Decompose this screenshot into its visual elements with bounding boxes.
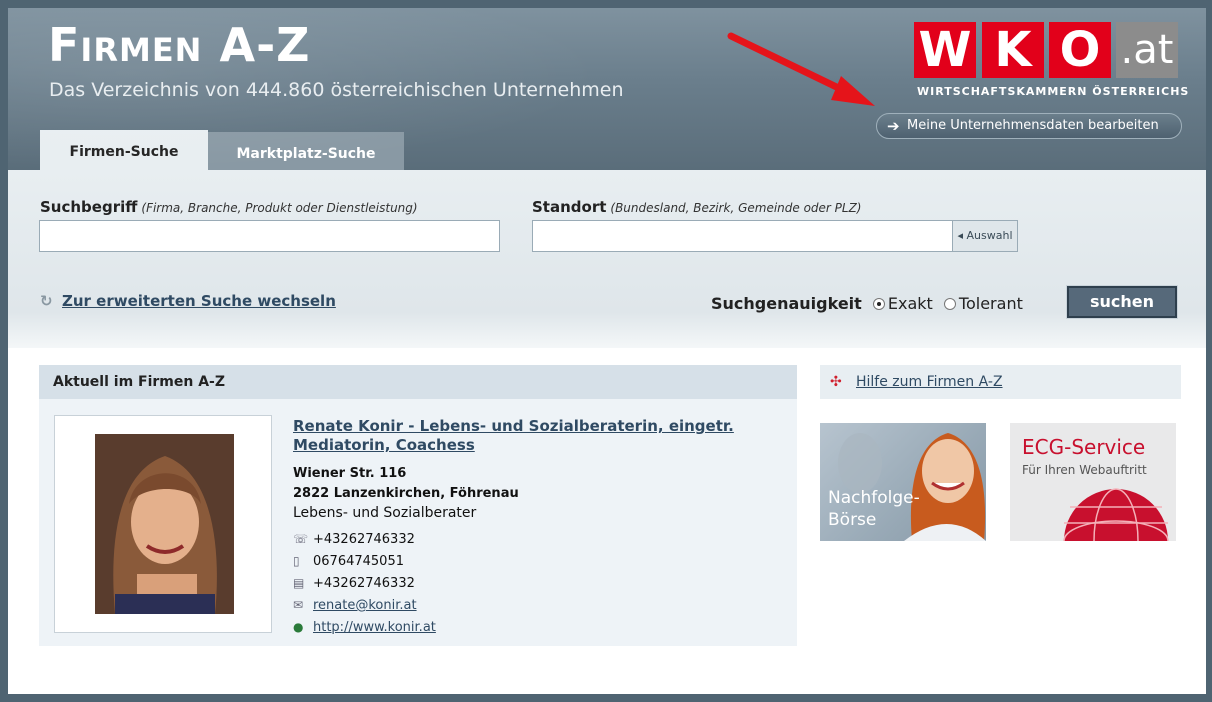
company-street: Wiener Str. 116 [293,466,407,481]
fax-row: ▤ +43262746332 [293,576,415,591]
search-term-label: Suchbegriff (Firma, Branche, Produkt oder… [40,198,418,216]
refresh-icon: ↻ [40,292,53,310]
fax-icon: ▤ [293,576,305,590]
lifebuoy-icon: ✣ [830,374,842,390]
location-hint: (Bundesland, Bezirk, Gemeinde oder PLZ) [610,201,862,215]
logo-suffix: .at [1116,22,1178,78]
search-button[interactable]: suchen [1066,285,1178,319]
website-row: ● http://www.konir.at [293,620,436,635]
logo-letter-o: O [1049,22,1111,78]
ecg-service-banner[interactable]: ECG-Service Für Ihren Webauftritt [1010,423,1176,541]
nachfolge-boerse-banner[interactable]: Nachfolge- Börse [820,423,986,541]
wko-logo[interactable]: W K O .at WIRTSCHAFTSKAMMERN ÖSTERREICHS [914,22,1188,100]
red-annotation-arrow-icon [727,32,875,106]
current-section-heading: Aktuell im Firmen A-Z [39,365,797,399]
location-label: Standort (Bundesland, Bezirk, Gemeinde od… [532,198,862,216]
site-title: Firmen A-Z [48,18,311,72]
site-subtitle: Das Verzeichnis von 444.860 österreichis… [49,79,624,101]
search-term-label-text: Suchbegriff [40,198,138,216]
tab-firmen-suche[interactable]: Firmen-Suche [40,130,208,170]
logo-letter-k: K [982,22,1044,78]
mobile-number: 06764745051 [313,554,404,569]
phone-icon: ☏ [293,532,309,546]
help-link[interactable]: Hilfe zum Firmen A-Z [856,374,1003,390]
email-icon: ✉ [293,598,304,612]
arrow-right-icon: ➔ [887,117,900,135]
nachfolge-banner-text: Nachfolge- Börse [828,488,920,530]
site-header: Firmen A-Z Das Verzeichnis von 444.860 ö… [8,8,1206,170]
search-precision-group: Suchgenauigkeit Exakt Tolerant [711,294,1023,313]
precision-label: Suchgenauigkeit [711,294,862,313]
email-link[interactable]: renate@konir.at [313,598,417,613]
search-term-input[interactable] [39,220,500,252]
company-city: 2822 Lanzenkirchen, Föhrenau [293,486,519,501]
phone-row: ☏ +43262746332 [293,532,415,547]
advanced-search-link[interactable]: ↻ Zur erweiterten Suche wechseln [40,292,336,310]
mobile-phone-icon: ▯ [293,554,300,568]
email-row: ✉ renate@konir.at [293,598,417,613]
auswahl-button[interactable]: ◂ Auswahl [952,220,1018,252]
radio-tolerant-label[interactable]: Tolerant [959,294,1023,313]
tab-marktplatz-suche[interactable]: Marktplatz-Suche [208,132,404,170]
help-bar: ✣ Hilfe zum Firmen A-Z [820,365,1181,399]
company-category: Lebens- und Sozialberater [293,505,477,521]
website-link[interactable]: http://www.konir.at [313,620,436,635]
company-photo-frame [54,415,272,633]
company-name-link[interactable]: Renate Konir - Lebens- und Sozialberater… [293,417,763,455]
search-term-hint: (Firma, Branche, Produkt oder Dienstleis… [141,201,418,215]
edit-company-data-label: Meine Unternehmensdaten bearbeiten [907,118,1159,133]
globe-graphic-icon [1063,488,1169,541]
location-label-text: Standort [532,198,607,216]
edit-company-data-button[interactable]: ➔ Meine Unternehmensdaten bearbeiten [876,113,1182,139]
advanced-search-label: Zur erweiterten Suche wechseln [62,292,336,310]
location-input[interactable] [532,220,953,252]
fax-number: +43262746332 [313,576,415,591]
browser-frame: Firmen A-Z Das Verzeichnis von 444.860 ö… [0,0,1212,702]
globe-icon: ● [293,620,304,634]
current-section: Aktuell im Firmen A-Z Renate Konir - Leb… [39,365,797,646]
radio-exakt-label[interactable]: Exakt [888,294,933,313]
phone-number: +43262746332 [313,532,415,547]
mobile-row: ▯ 06764745051 [293,554,404,569]
logo-letter-w: W [914,22,976,78]
radio-exakt[interactable] [872,298,885,310]
company-photo[interactable] [95,434,234,614]
search-panel [8,170,1206,348]
page: Firmen A-Z Das Verzeichnis von 444.860 ö… [8,8,1206,694]
radio-tolerant[interactable] [943,298,956,310]
logo-tagline: WIRTSCHAFTSKAMMERN ÖSTERREICHS [917,85,1190,98]
